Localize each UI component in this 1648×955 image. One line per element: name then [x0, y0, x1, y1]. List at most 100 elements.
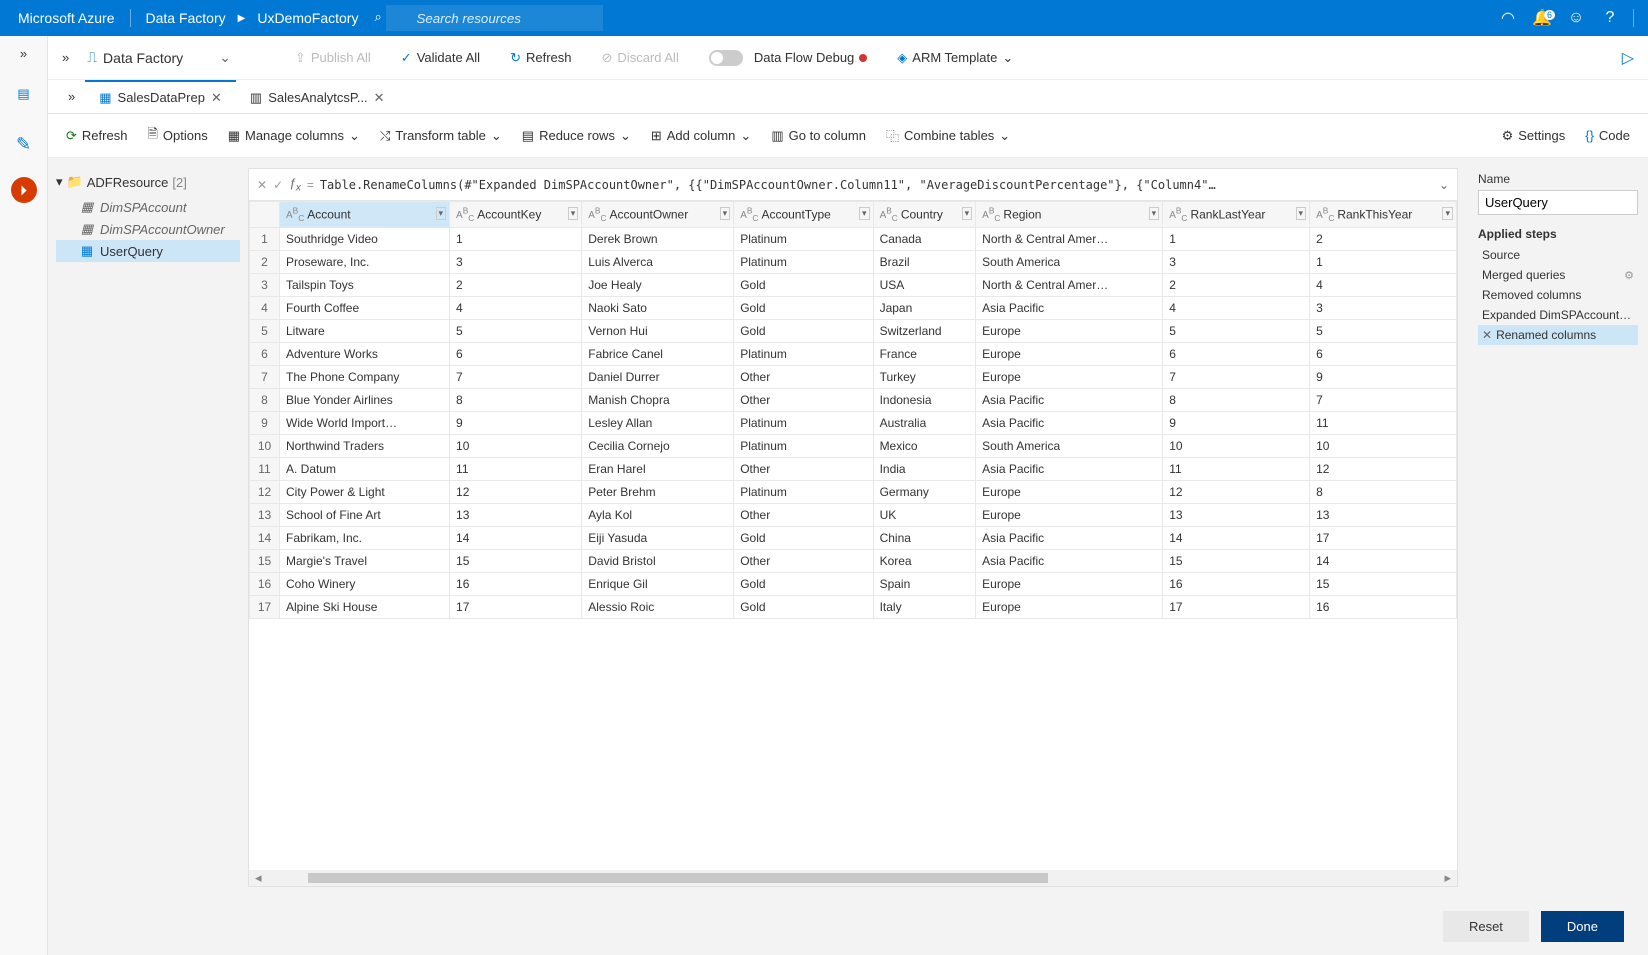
- add-column-dropdown[interactable]: ⊞Add column⌄: [651, 128, 751, 144]
- query-name-input[interactable]: [1478, 190, 1638, 215]
- row-number[interactable]: 14: [250, 527, 280, 550]
- chevron-down-icon[interactable]: ⌄: [1439, 178, 1449, 192]
- step-source[interactable]: Source: [1478, 245, 1638, 265]
- cell[interactable]: 2: [450, 274, 582, 297]
- cell[interactable]: Eran Harel: [582, 458, 734, 481]
- cell[interactable]: 15: [1310, 573, 1457, 596]
- filter-dropdown-icon[interactable]: ▾: [436, 207, 447, 220]
- cell[interactable]: 7: [1163, 366, 1310, 389]
- cell[interactable]: A. Datum: [280, 458, 450, 481]
- cell[interactable]: 6: [450, 343, 582, 366]
- cell[interactable]: India: [873, 458, 976, 481]
- step-removed-columns[interactable]: Removed columns: [1478, 285, 1638, 305]
- cell[interactable]: 12: [1310, 458, 1457, 481]
- cell[interactable]: 6: [1163, 343, 1310, 366]
- breadcrumb-factory-name[interactable]: UxDemoFactory: [249, 10, 366, 26]
- cell[interactable]: 14: [1310, 550, 1457, 573]
- cell[interactable]: Enrique Gil: [582, 573, 734, 596]
- gear-icon[interactable]: ⚙: [1624, 269, 1634, 282]
- cell[interactable]: Europe: [976, 504, 1163, 527]
- cell[interactable]: Manish Chopra: [582, 389, 734, 412]
- cell[interactable]: UK: [873, 504, 976, 527]
- cell[interactable]: School of Fine Art: [280, 504, 450, 527]
- cell[interactable]: Asia Pacific: [976, 550, 1163, 573]
- cell[interactable]: 16: [1163, 573, 1310, 596]
- cell[interactable]: USA: [873, 274, 976, 297]
- cell[interactable]: 16: [1310, 596, 1457, 619]
- reduce-rows-dropdown[interactable]: ▤Reduce rows⌄: [522, 128, 631, 144]
- cell[interactable]: 3: [450, 251, 582, 274]
- transform-table-dropdown[interactable]: ⤭Transform table⌄: [380, 128, 502, 144]
- go-to-column-button[interactable]: ▥Go to column: [771, 128, 866, 144]
- cell[interactable]: 14: [1163, 527, 1310, 550]
- cell[interactable]: Margie's Travel: [280, 550, 450, 573]
- filter-dropdown-icon[interactable]: ▾: [1149, 207, 1160, 220]
- row-number[interactable]: 2: [250, 251, 280, 274]
- cell[interactable]: Alpine Ski House: [280, 596, 450, 619]
- filter-dropdown-icon[interactable]: ▾: [568, 207, 579, 220]
- cell[interactable]: 3: [1310, 297, 1457, 320]
- cell[interactable]: Derek Brown: [582, 228, 734, 251]
- filter-dropdown-icon[interactable]: ▾: [1442, 207, 1453, 220]
- cell[interactable]: Mexico: [873, 435, 976, 458]
- brand[interactable]: Microsoft Azure: [8, 10, 124, 26]
- cell[interactable]: Brazil: [873, 251, 976, 274]
- expand-rail-icon[interactable]: »: [20, 46, 27, 61]
- cell[interactable]: 13: [1310, 504, 1457, 527]
- expand-panel-icon[interactable]: »: [62, 50, 69, 65]
- validate-all-button[interactable]: ✓ Validate All: [395, 46, 486, 70]
- cell[interactable]: 7: [450, 366, 582, 389]
- filter-dropdown-icon[interactable]: ▾: [962, 207, 973, 220]
- cell[interactable]: 11: [1310, 412, 1457, 435]
- cell[interactable]: 16: [450, 573, 582, 596]
- row-number[interactable]: 6: [250, 343, 280, 366]
- step-expanded[interactable]: Expanded DimSPAccount…: [1478, 305, 1638, 325]
- cell[interactable]: 10: [450, 435, 582, 458]
- cell[interactable]: Europe: [976, 481, 1163, 504]
- row-number[interactable]: 12: [250, 481, 280, 504]
- table-row[interactable]: 14Fabrikam, Inc.14Eiji YasudaGoldChinaAs…: [250, 527, 1457, 550]
- cell[interactable]: Peter Brehm: [582, 481, 734, 504]
- cell[interactable]: 1: [450, 228, 582, 251]
- arm-template-dropdown[interactable]: ◈ ARM Template ⌄: [891, 46, 1019, 70]
- row-number[interactable]: 16: [250, 573, 280, 596]
- cell[interactable]: Other: [734, 366, 873, 389]
- table-row[interactable]: 15Margie's Travel15David BristolOtherKor…: [250, 550, 1457, 573]
- cell[interactable]: 17: [450, 596, 582, 619]
- cell[interactable]: 5: [450, 320, 582, 343]
- close-icon[interactable]: ✕: [211, 90, 222, 106]
- row-number[interactable]: 13: [250, 504, 280, 527]
- cell[interactable]: Europe: [976, 366, 1163, 389]
- table-row[interactable]: 5Litware5Vernon HuiGoldSwitzerlandEurope…: [250, 320, 1457, 343]
- row-number[interactable]: 15: [250, 550, 280, 573]
- factory-title-dropdown[interactable]: ⎍ Data Factory ⌄: [87, 49, 271, 66]
- cell[interactable]: Platinum: [734, 343, 873, 366]
- cell[interactable]: Blue Yonder Airlines: [280, 389, 450, 412]
- cell[interactable]: Gold: [734, 596, 873, 619]
- cell[interactable]: China: [873, 527, 976, 550]
- done-button[interactable]: Done: [1541, 911, 1624, 942]
- cell[interactable]: Spain: [873, 573, 976, 596]
- column-header-ranklastyear[interactable]: ABCRankLastYear▾: [1163, 202, 1310, 228]
- cell[interactable]: Other: [734, 458, 873, 481]
- cell[interactable]: Switzerland: [873, 320, 976, 343]
- table-row[interactable]: 4Fourth Coffee4Naoki SatoGoldJapanAsia P…: [250, 297, 1457, 320]
- cell[interactable]: Germany: [873, 481, 976, 504]
- cell[interactable]: City Power & Light: [280, 481, 450, 504]
- cell[interactable]: 15: [450, 550, 582, 573]
- cell[interactable]: Fabrice Canel: [582, 343, 734, 366]
- cell[interactable]: 17: [1163, 596, 1310, 619]
- cell[interactable]: Tailspin Toys: [280, 274, 450, 297]
- cell[interactable]: Daniel Durrer: [582, 366, 734, 389]
- cell[interactable]: Australia: [873, 412, 976, 435]
- collapse-icon[interactable]: ▾: [56, 174, 63, 190]
- options-button[interactable]: 🗎Options: [147, 125, 207, 147]
- cell[interactable]: Cecilia Cornejo: [582, 435, 734, 458]
- table-row[interactable]: 7The Phone Company7Daniel DurrerOtherTur…: [250, 366, 1457, 389]
- cell[interactable]: 15: [1163, 550, 1310, 573]
- cell[interactable]: Europe: [976, 573, 1163, 596]
- column-header-accounttype[interactable]: ABCAccountType▾: [734, 202, 873, 228]
- cell[interactable]: 11: [450, 458, 582, 481]
- cell[interactable]: Platinum: [734, 251, 873, 274]
- cell[interactable]: France: [873, 343, 976, 366]
